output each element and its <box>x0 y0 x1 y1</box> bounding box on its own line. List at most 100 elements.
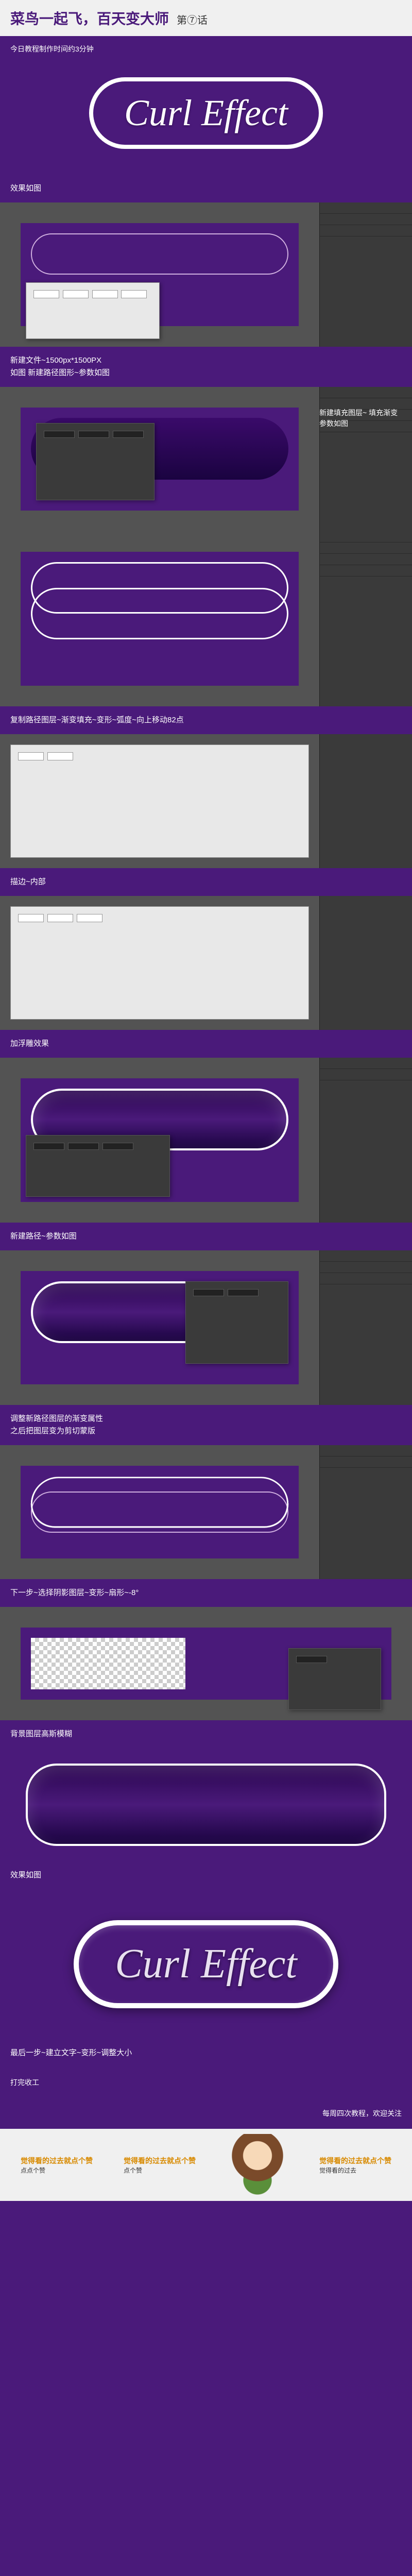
warped-shape <box>29 1477 291 1528</box>
dialog-field[interactable] <box>33 290 59 298</box>
dialog-field[interactable] <box>33 1143 64 1150</box>
ps-shape-dialog <box>26 282 160 339</box>
panel-row[interactable] <box>320 1445 412 1456</box>
ps-canvas <box>21 552 299 686</box>
ps-panels <box>319 734 412 868</box>
panel-row[interactable] <box>320 531 412 543</box>
ps-new-path-dialog <box>26 1135 170 1197</box>
ps-panels <box>319 1250 412 1405</box>
duplicated-path-2 <box>31 588 288 639</box>
ps-screenshot-8 <box>0 1445 412 1579</box>
step-12-label: 最后一步~建立文字~变形~调整大小 <box>0 2039 412 2067</box>
ps-canvas <box>21 223 299 326</box>
vote-block: 觉得看的过去就点个赞 点个赞 <box>124 2156 196 2175</box>
panel-row[interactable] <box>320 554 412 565</box>
step-2-label: 新建文件~1500px*1500PX 如图 新建路径图形~参数如图 <box>0 347 412 387</box>
panel-row[interactable] <box>320 1058 412 1069</box>
ps-canvas <box>21 1271 299 1384</box>
dialog-field[interactable] <box>44 431 75 438</box>
panel-row[interactable] <box>320 1273 412 1284</box>
header-title: 菜鸟一起飞，百天变大师 <box>10 8 169 28</box>
transparency-preview <box>31 1638 185 1689</box>
panel-row[interactable] <box>320 1262 412 1273</box>
ps-panels <box>319 896 412 1030</box>
ps-screenshot-4 <box>0 734 412 868</box>
header-episode: 第⑦话 <box>177 12 208 27</box>
dialog-field[interactable] <box>18 752 44 760</box>
dialog-field[interactable] <box>102 1143 133 1150</box>
ps-panels <box>319 1445 412 1579</box>
step-3-overlay: 新建填充图层~ 填充渐变 参数如图 <box>319 408 402 429</box>
ps-panels <box>319 531 412 706</box>
sticker-footer: 觉得看的过去就点个赞 点点个赞 觉得看的过去就点个赞 点个赞 觉得看的过去就点个… <box>0 2129 412 2201</box>
vote-sub-1: 点点个赞 <box>21 2166 93 2175</box>
ps-screenshot-2: 新建填充图层~ 填充渐变 参数如图 <box>0 387 412 531</box>
step-1-label: 效果如图 <box>0 175 412 202</box>
panel-row[interactable] <box>320 1456 412 1468</box>
header-bar: 菜鸟一起飞，百天变大师 第⑦话 <box>0 0 412 36</box>
panel-row[interactable] <box>320 225 412 236</box>
vote-text-1: 觉得看的过去就点个赞 <box>21 2156 93 2166</box>
dialog-field[interactable] <box>68 1143 99 1150</box>
schedule-note: 每周四次教程，欢迎关注 <box>0 2098 412 2129</box>
hero-preview: Curl Effect <box>0 62 412 175</box>
ps-gradient-adjust-dialog <box>185 1281 288 1364</box>
dialog-field[interactable] <box>63 290 89 298</box>
panel-row[interactable] <box>320 214 412 225</box>
step-8-label: 调整新路径图层的渐变属性 之后把图层变为剪切蒙版 <box>0 1405 412 1445</box>
dialog-field[interactable] <box>92 290 118 298</box>
result-preview-block <box>0 1748 412 1861</box>
ps-panels <box>319 202 412 347</box>
ps-bevel-dialog <box>10 906 309 1020</box>
dialog-field[interactable] <box>77 914 102 922</box>
ps-screenshot-1 <box>0 202 412 347</box>
ps-canvas <box>21 408 299 511</box>
ps-panels <box>319 1058 412 1223</box>
ps-canvas <box>21 1078 299 1202</box>
ps-screenshot-3 <box>0 531 412 706</box>
ps-panels: 新建填充图层~ 填充渐变 参数如图 <box>319 387 412 531</box>
mascot-character <box>227 2134 288 2196</box>
ps-screenshot-9 <box>0 1607 412 1720</box>
step-5-label: 描边~内部 <box>0 868 412 896</box>
production-time-note: 今日教程制作时间约3分钟 <box>0 36 412 62</box>
dialog-field[interactable] <box>18 914 44 922</box>
vote-text-2: 觉得看的过去就点个赞 <box>124 2156 196 2166</box>
panel-row[interactable] <box>320 1069 412 1080</box>
panel-row[interactable] <box>320 1250 412 1262</box>
dialog-field[interactable] <box>193 1289 224 1296</box>
panel-row[interactable] <box>320 543 412 554</box>
step-11-label: 效果如图 <box>0 1861 412 1889</box>
ps-layer-style-dialog <box>10 744 309 858</box>
dialog-field[interactable] <box>78 431 109 438</box>
ps-blur-dialog <box>288 1648 381 1710</box>
panel-row[interactable] <box>320 387 412 398</box>
vote-text-3: 觉得看的过去就点个赞 <box>319 2156 391 2166</box>
dialog-field[interactable] <box>296 1656 327 1663</box>
vote-block: 觉得看的过去就点个赞 觉得看的过去 <box>319 2156 391 2175</box>
ps-canvas <box>21 1466 299 1558</box>
dialog-field[interactable] <box>47 914 73 922</box>
panel-row[interactable] <box>320 202 412 214</box>
step-10-label: 背景图层高斯模糊 <box>0 1720 412 1748</box>
step-6-label: 加浮雕效果 <box>0 1030 412 1058</box>
ps-screenshot-7 <box>0 1250 412 1405</box>
panel-row[interactable] <box>320 565 412 577</box>
ps-gradient-dialog <box>36 423 154 500</box>
step-7-label: 新建路径~参数如图 <box>0 1223 412 1250</box>
ps-canvas <box>21 1628 391 1700</box>
step-9-label: 下一步~选择阴影图层~变形~扇形~-8° <box>0 1579 412 1607</box>
curl-effect-title: Curl Effect <box>89 77 323 149</box>
result-shape <box>26 1764 386 1846</box>
dialog-field[interactable] <box>121 290 147 298</box>
dialog-field[interactable] <box>228 1289 259 1296</box>
ps-screenshot-6 <box>0 1058 412 1223</box>
ps-screenshot-5 <box>0 896 412 1030</box>
dialog-field[interactable] <box>47 752 73 760</box>
dialog-field[interactable] <box>113 431 144 438</box>
path-shape-outline <box>31 233 288 275</box>
bevel-options <box>10 906 309 1020</box>
stroke-options <box>10 744 309 858</box>
vote-block: 觉得看的过去就点个赞 点点个赞 <box>21 2156 93 2175</box>
done-label: 打完收工 <box>0 2067 412 2098</box>
